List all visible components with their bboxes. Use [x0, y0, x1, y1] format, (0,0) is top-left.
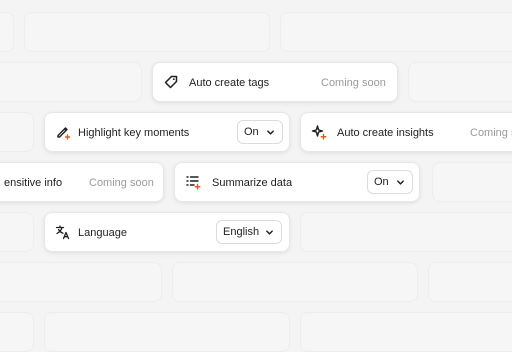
language-select[interactable]: English [216, 220, 282, 244]
select-value: English [223, 226, 260, 238]
feature-card-auto-create-tags: Auto create tags Coming soon [152, 62, 398, 102]
placeholder-card [408, 62, 512, 102]
chevron-down-icon [397, 179, 404, 185]
feature-label: Highlight key moments [78, 127, 190, 139]
translate-icon [55, 225, 70, 240]
feature-label: Summarize data [212, 177, 293, 189]
placeholder-card [0, 262, 162, 302]
tag-icon [164, 75, 178, 89]
placeholder-card [428, 262, 512, 302]
coming-soon-status: Coming soon [89, 177, 154, 189]
feature-label: Auto create insights [337, 127, 434, 139]
feature-card-highlight-key-moments: Highlight key moments On [44, 112, 290, 152]
placeholder-card [300, 212, 512, 252]
coming-soon-status: Coming soon [470, 127, 512, 139]
highlight-pen-icon [57, 127, 71, 140]
placeholder-card [432, 162, 512, 202]
placeholder-card [44, 312, 290, 352]
feature-card-summarize-data: Summarize data On [174, 162, 420, 202]
placeholder-card [300, 312, 512, 352]
sparkle-icon [311, 125, 327, 140]
chevron-down-icon [266, 229, 273, 235]
placeholder-card [0, 212, 34, 252]
select-value: On [374, 176, 389, 188]
select-value: On [244, 126, 259, 138]
feature-card-language: Language English [44, 212, 290, 252]
feature-label: ensitive info [4, 177, 63, 189]
placeholder-card [280, 12, 512, 52]
list-sparkle-icon [186, 176, 201, 190]
highlight-key-moments-select[interactable]: On [237, 120, 283, 144]
placeholder-card [0, 12, 14, 52]
coming-soon-status: Coming soon [321, 77, 386, 89]
feature-label: Language [78, 227, 127, 239]
feature-card-auto-create-insights: Auto create insights Coming soon [300, 112, 512, 152]
placeholder-card [0, 62, 142, 102]
placeholder-card [0, 312, 34, 352]
feature-label: Auto create tags [189, 77, 270, 89]
placeholder-card [24, 12, 270, 52]
placeholder-card [0, 112, 34, 152]
summarize-data-select[interactable]: On [367, 170, 413, 194]
placeholder-card [172, 262, 418, 302]
feature-card-sensitive-info: ensitive info Coming soon [0, 162, 164, 202]
chevron-down-icon [267, 129, 274, 135]
